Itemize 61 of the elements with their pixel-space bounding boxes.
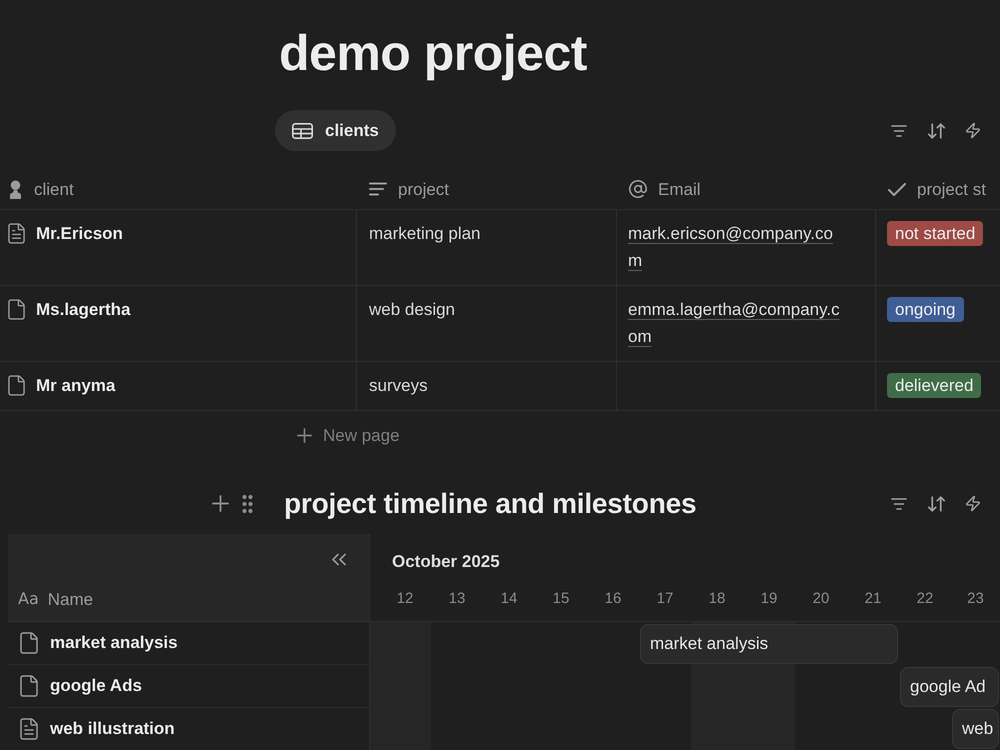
day-number: 21	[864, 589, 882, 609]
section-title: project timeline and milestones	[284, 486, 696, 521]
bolt-icon[interactable]	[966, 495, 980, 512]
timeline-item-name[interactable]: google Ads	[50, 673, 142, 699]
filter-icon[interactable]	[891, 124, 907, 136]
status-tag: ongoing	[887, 296, 964, 322]
column-header[interactable]: Email	[658, 176, 701, 202]
at-sign-icon	[629, 180, 647, 198]
email-link[interactable]: emma.lagertha@company.com	[628, 296, 845, 350]
timeline-item-name[interactable]: web illustration	[50, 716, 175, 742]
sort-icon[interactable]	[928, 496, 945, 512]
day-number: 19	[760, 589, 778, 609]
timeline-bar[interactable]: market analysis	[640, 624, 898, 664]
status-tag: not started	[887, 220, 984, 246]
client-name[interactable]: Ms.lagertha	[36, 296, 130, 323]
checkmark-icon	[888, 182, 906, 196]
person-icon	[8, 180, 23, 199]
drag-handle-icon[interactable]	[242, 494, 253, 512]
new-page-button[interactable]: New page	[297, 422, 400, 448]
day-number: 15	[552, 589, 570, 609]
page-icon	[8, 298, 25, 320]
day-number: 17	[656, 589, 674, 609]
document-lines-icon	[8, 222, 25, 244]
page-icon	[20, 675, 38, 697]
status-tag: delievered	[887, 372, 982, 398]
sort-icon[interactable]	[928, 122, 945, 138]
view-tab[interactable]: clients	[275, 110, 396, 151]
timeline-bar[interactable]: google Ad	[900, 666, 999, 706]
column-header[interactable]: Name	[48, 586, 94, 612]
timeline-bar[interactable]: web	[952, 709, 999, 749]
property-type-glyph: Aa	[18, 588, 39, 610]
day-number: 16	[604, 589, 622, 609]
client-name[interactable]: Mr anyma	[36, 372, 116, 399]
table-cell: web design	[369, 300, 456, 319]
page-title: demo project	[279, 24, 587, 83]
column-header[interactable]: project	[398, 176, 450, 202]
table-icon	[292, 122, 313, 138]
month-label: October 2025	[392, 552, 500, 572]
column-header[interactable]: client	[34, 176, 74, 202]
text-lines-icon	[369, 182, 387, 196]
day-number: 14	[500, 589, 518, 609]
add-block-icon[interactable]	[212, 495, 229, 512]
day-number: 20	[812, 589, 830, 609]
table-cell: marketing plan	[369, 224, 481, 243]
column-header[interactable]: project st	[917, 176, 986, 202]
bolt-icon[interactable]	[966, 122, 980, 139]
page-icon	[20, 632, 38, 654]
day-number: 22	[916, 589, 934, 609]
page-icon	[8, 374, 25, 396]
collapse-icon[interactable]	[332, 553, 346, 566]
timeline-item-name[interactable]: market analysis	[50, 630, 178, 656]
plus-icon	[297, 428, 312, 443]
day-number: 12	[396, 589, 414, 609]
day-number: 23	[967, 589, 984, 609]
day-number: 18	[708, 589, 726, 609]
table-cell: surveys	[369, 376, 428, 395]
filter-icon[interactable]	[891, 498, 907, 510]
day-number: 13	[448, 589, 466, 609]
document-lines-icon	[20, 718, 38, 740]
client-name[interactable]: Mr.Ericson	[36, 220, 123, 247]
email-link[interactable]: mark.ericson@company.com	[628, 220, 845, 274]
